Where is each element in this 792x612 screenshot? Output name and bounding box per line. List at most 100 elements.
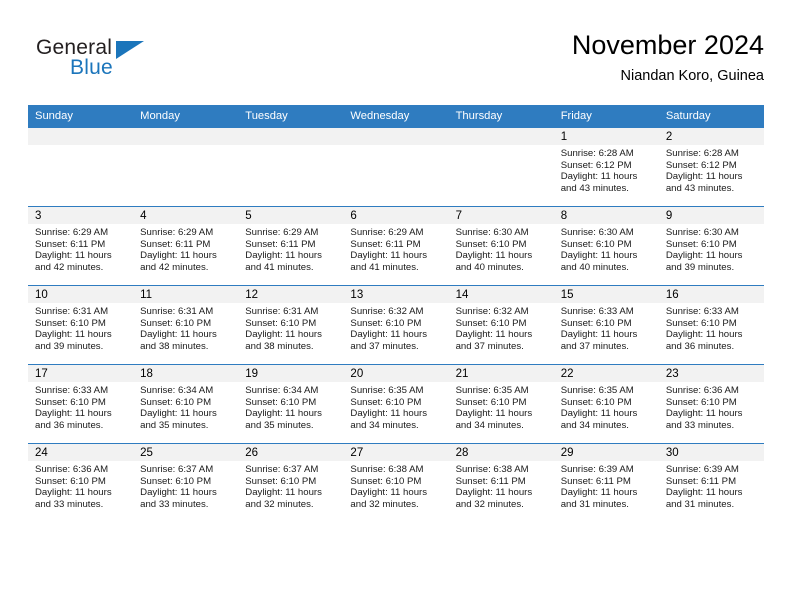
sunset-text: Sunset: 6:10 PM (350, 475, 422, 487)
calendar-day-cell[interactable]: 9 Sunrise: 6:30 AM Sunset: 6:10 PM Daylight… (658, 206, 764, 286)
daylight-text: Daylight: 11 hours and 36 minutes. (665, 329, 743, 352)
general-blue-logo: General Blue (36, 36, 236, 86)
sunrise-text: Sunrise: 6:29 AM (140, 227, 214, 238)
daylight-text: Daylight: 11 hours and 33 minutes. (665, 408, 743, 431)
day-number: 19 (238, 365, 344, 382)
sunrise-text: Sunrise: 6:34 AM (245, 385, 319, 396)
sunset-text: Sunset: 6:11 PM (665, 475, 737, 487)
calendar-day-cell[interactable]: 28 Sunrise: 6:38 AM Sunset: 6:11 PM Dayligh… (448, 443, 554, 522)
calendar-day-cell[interactable]: 13 Sunrise: 6:32 AM Sunset: 6:10 PM Dayligh… (343, 285, 449, 365)
calendar-week-row: 3 Sunrise: 6:29 AM Sunset: 6:11 PM Daylight… (28, 206, 764, 286)
calendar-day-cell[interactable]: 27 Sunrise: 6:38 AM Sunset: 6:10 PM Dayligh… (343, 443, 449, 522)
day-cell-details: Sunrise: 6:31 AM Sunset: 6:10 PM Daylight:… (133, 303, 238, 352)
sunset-text: Sunset: 6:11 PM (245, 238, 316, 250)
calendar-day-cell[interactable]: 25 Sunrise: 6:37 AM Sunset: 6:10 PM Dayligh… (133, 443, 239, 522)
calendar-day-cell[interactable]: 10 Sunrise: 6:31 AM Sunset: 6:10 PM Dayligh… (28, 285, 134, 365)
daylight-text: Daylight: 11 hours and 40 minutes. (560, 250, 638, 273)
day-cell-inner: 7 Sunrise: 6:30 AM Sunset: 6:10 PM Daylight… (448, 207, 554, 285)
day-number: 15 (553, 286, 659, 303)
calendar-day-cell[interactable]: 26 Sunrise: 6:37 AM Sunset: 6:10 PM Dayligh… (238, 443, 344, 522)
calendar-day-cell[interactable]: 8 Sunrise: 6:30 AM Sunset: 6:10 PM Daylight… (553, 206, 659, 286)
day-cell-details: Sunrise: 6:35 AM Sunset: 6:10 PM Daylight:… (449, 382, 554, 431)
day-cell-details: Sunrise: 6:36 AM Sunset: 6:10 PM Daylight:… (28, 461, 133, 510)
sunrise-text: Sunrise: 6:39 AM (665, 464, 739, 475)
calendar-grid: Sunday Monday Tuesday Wednesday Thursday… (28, 105, 764, 522)
calendar-day-cell[interactable]: 20 Sunrise: 6:35 AM Sunset: 6:10 PM Dayligh… (343, 364, 449, 444)
calendar-page: General Blue November 2024 Niandan Koro,… (0, 0, 792, 612)
day-cell-inner: 22 Sunrise: 6:35 AM Sunset: 6:10 PM Dayligh… (553, 365, 659, 443)
daylight-text: Daylight: 11 hours and 40 minutes. (455, 250, 533, 273)
sunrise-text: Sunrise: 6:33 AM (35, 385, 109, 396)
daylight-text: Daylight: 11 hours and 43 minutes. (560, 171, 638, 194)
calendar-day-cell-empty (28, 127, 134, 207)
sunset-text: Sunset: 6:10 PM (665, 317, 737, 329)
day-cell-details: Sunrise: 6:35 AM Sunset: 6:10 PM Daylight:… (343, 382, 448, 431)
day-number (133, 128, 239, 145)
sunrise-text: Sunrise: 6:28 AM (665, 148, 739, 159)
calendar-day-cell[interactable]: 15 Sunrise: 6:33 AM Sunset: 6:10 PM Dayligh… (553, 285, 659, 365)
calendar-day-cell-empty (343, 127, 449, 207)
day-cell-inner (28, 128, 134, 206)
daylight-text: Daylight: 11 hours and 37 minutes. (350, 329, 428, 352)
calendar-day-cell[interactable]: 3 Sunrise: 6:29 AM Sunset: 6:11 PM Daylight… (28, 206, 134, 286)
daylight-text: Daylight: 11 hours and 38 minutes. (140, 329, 217, 352)
day-cell-details: Sunrise: 6:31 AM Sunset: 6:10 PM Daylight:… (238, 303, 343, 352)
calendar-day-cell[interactable]: 12 Sunrise: 6:31 AM Sunset: 6:10 PM Dayligh… (238, 285, 344, 365)
day-cell-inner: 18 Sunrise: 6:34 AM Sunset: 6:10 PM Dayligh… (133, 365, 239, 443)
calendar-day-cell[interactable]: 22 Sunrise: 6:35 AM Sunset: 6:10 PM Dayligh… (553, 364, 659, 444)
day-number (238, 128, 344, 145)
day-number: 1 (553, 128, 659, 145)
calendar-day-cell[interactable]: 2 Sunrise: 6:28 AM Sunset: 6:12 PM Daylight… (658, 127, 764, 207)
day-cell-inner: 14 Sunrise: 6:32 AM Sunset: 6:10 PM Dayligh… (448, 286, 554, 364)
daylight-text: Daylight: 11 hours and 37 minutes. (560, 329, 638, 352)
calendar-day-cell[interactable]: 4 Sunrise: 6:29 AM Sunset: 6:11 PM Daylight… (133, 206, 239, 286)
sunset-text: Sunset: 6:10 PM (665, 238, 737, 250)
calendar-day-cell[interactable]: 30 Sunrise: 6:39 AM Sunset: 6:11 PM Dayligh… (658, 443, 764, 522)
daylight-text: Daylight: 11 hours and 33 minutes. (140, 487, 217, 510)
calendar-day-cell[interactable]: 1 Sunrise: 6:28 AM Sunset: 6:12 PM Daylight… (553, 127, 659, 207)
calendar-day-cell[interactable]: 16 Sunrise: 6:33 AM Sunset: 6:10 PM Dayligh… (658, 285, 764, 365)
calendar-day-cell[interactable]: 11 Sunrise: 6:31 AM Sunset: 6:10 PM Dayligh… (133, 285, 239, 365)
day-cell-details: Sunrise: 6:30 AM Sunset: 6:10 PM Daylight:… (554, 224, 659, 273)
calendar-day-cell[interactable]: 24 Sunrise: 6:36 AM Sunset: 6:10 PM Dayligh… (28, 443, 134, 522)
day-cell-details: Sunrise: 6:38 AM Sunset: 6:10 PM Daylight:… (343, 461, 448, 510)
calendar-day-cell[interactable]: 29 Sunrise: 6:39 AM Sunset: 6:11 PM Dayligh… (553, 443, 659, 522)
calendar-day-cell[interactable]: 18 Sunrise: 6:34 AM Sunset: 6:10 PM Dayligh… (133, 364, 239, 444)
calendar-week-row: 10 Sunrise: 6:31 AM Sunset: 6:10 PM Dayligh… (28, 285, 764, 365)
day-cell-details: Sunrise: 6:29 AM Sunset: 6:11 PM Daylight:… (343, 224, 448, 273)
calendar-week-row: 1 Sunrise: 6:28 AM Sunset: 6:12 PM Daylight… (28, 127, 764, 207)
day-cell-inner: 3 Sunrise: 6:29 AM Sunset: 6:11 PM Daylight… (28, 207, 134, 285)
calendar-day-cell[interactable]: 14 Sunrise: 6:32 AM Sunset: 6:10 PM Dayligh… (448, 285, 554, 365)
sunset-text: Sunset: 6:10 PM (35, 475, 106, 487)
day-number: 29 (553, 444, 659, 461)
day-number: 22 (553, 365, 659, 382)
calendar-day-cell[interactable]: 6 Sunrise: 6:29 AM Sunset: 6:11 PM Daylight… (343, 206, 449, 286)
sunset-text: Sunset: 6:10 PM (245, 317, 317, 329)
day-number: 28 (448, 444, 554, 461)
calendar-day-cell[interactable]: 5 Sunrise: 6:29 AM Sunset: 6:11 PM Daylight… (238, 206, 344, 286)
daylight-text: Daylight: 11 hours and 32 minutes. (455, 487, 533, 510)
day-cell-details: Sunrise: 6:33 AM Sunset: 6:10 PM Daylight:… (28, 382, 133, 431)
calendar-day-cell[interactable]: 21 Sunrise: 6:35 AM Sunset: 6:10 PM Dayligh… (448, 364, 554, 444)
day-cell-inner: 6 Sunrise: 6:29 AM Sunset: 6:11 PM Daylight… (343, 207, 449, 285)
daylight-text: Daylight: 11 hours and 37 minutes. (455, 329, 533, 352)
weekday-header-wednesday: Wednesday (343, 105, 449, 128)
sunrise-text: Sunrise: 6:30 AM (455, 227, 529, 238)
sunset-text: Sunset: 6:11 PM (455, 475, 526, 487)
sunrise-text: Sunrise: 6:29 AM (350, 227, 424, 238)
day-cell-inner: 24 Sunrise: 6:36 AM Sunset: 6:10 PM Dayligh… (28, 444, 134, 522)
day-cell-inner (343, 128, 449, 206)
calendar-day-cell[interactable]: 7 Sunrise: 6:30 AM Sunset: 6:10 PM Daylight… (448, 206, 554, 286)
logo-triangle-icon (116, 41, 144, 59)
sunrise-text: Sunrise: 6:34 AM (140, 385, 214, 396)
sunrise-text: Sunrise: 6:29 AM (35, 227, 109, 238)
calendar-day-cell[interactable]: 17 Sunrise: 6:33 AM Sunset: 6:10 PM Dayligh… (28, 364, 134, 444)
calendar-day-cell[interactable]: 19 Sunrise: 6:34 AM Sunset: 6:10 PM Dayligh… (238, 364, 344, 444)
day-number (448, 128, 554, 145)
sunset-text: Sunset: 6:10 PM (455, 317, 527, 329)
daylight-text: Daylight: 11 hours and 41 minutes. (245, 250, 322, 273)
daylight-text: Daylight: 11 hours and 32 minutes. (350, 487, 428, 510)
sunset-text: Sunset: 6:11 PM (35, 238, 106, 250)
calendar-day-cell[interactable]: 23 Sunrise: 6:36 AM Sunset: 6:10 PM Dayligh… (658, 364, 764, 444)
daylight-text: Daylight: 11 hours and 32 minutes. (245, 487, 322, 510)
